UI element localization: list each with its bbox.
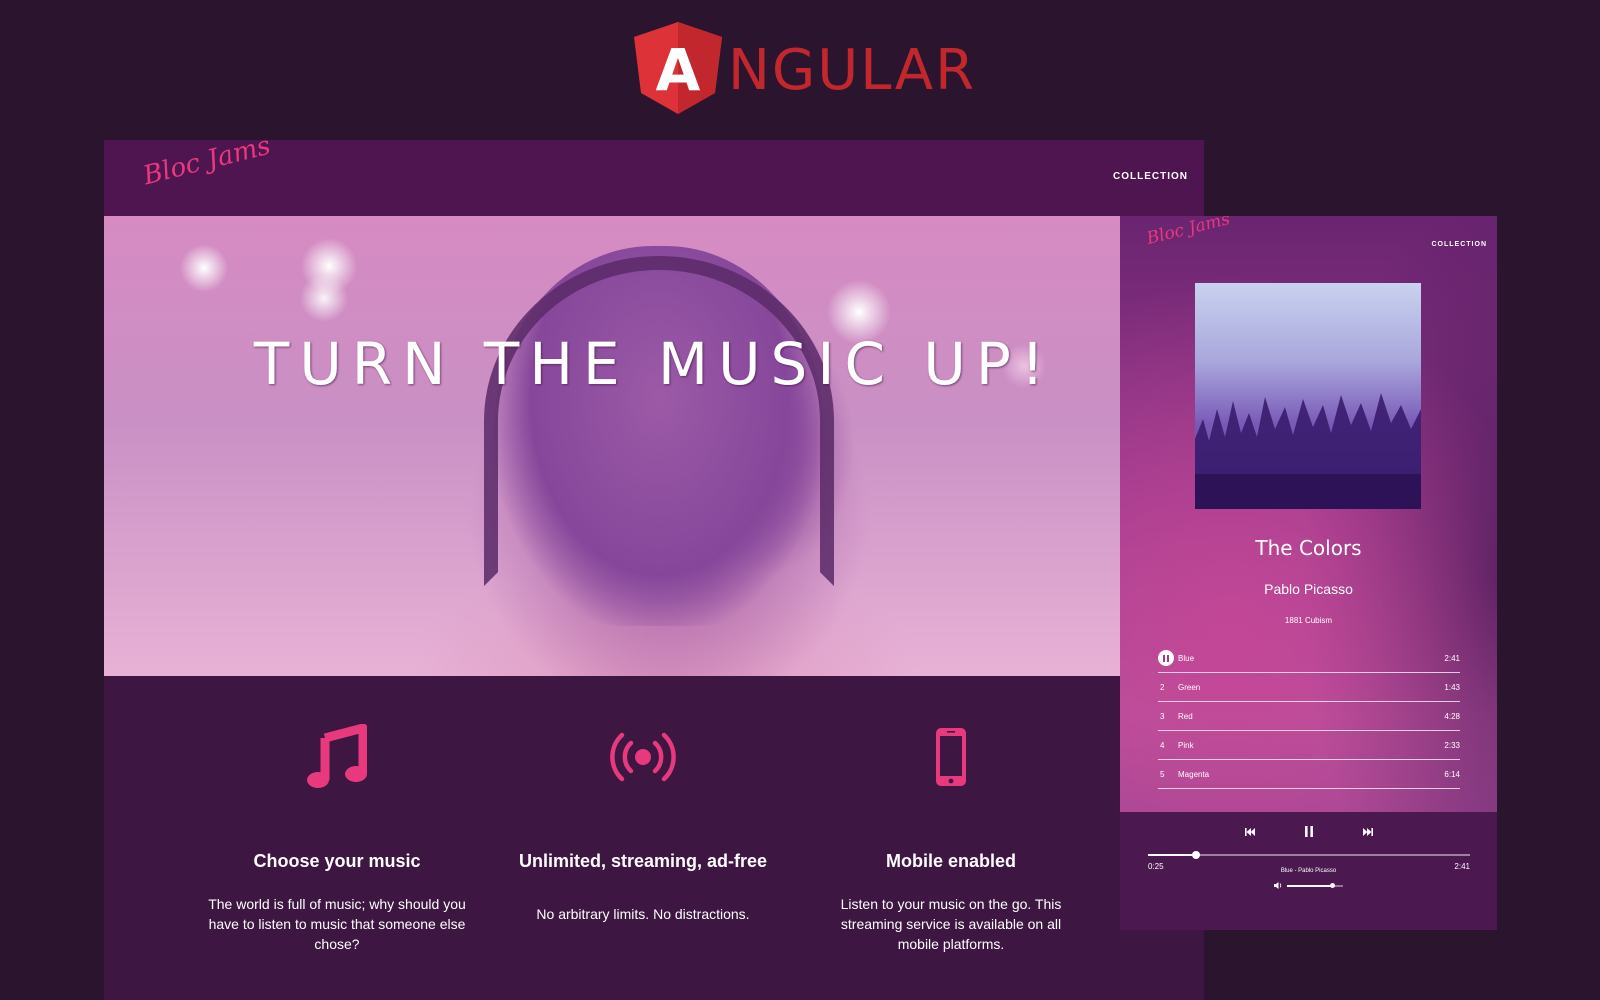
player-bar: 0:25 2:41 Blue - Pablo Picasso xyxy=(1120,812,1497,930)
mobile-navbar: Bloc Jams COLLECTION xyxy=(1120,216,1497,274)
mobile-phone-icon xyxy=(936,728,966,786)
seek-bar-fill xyxy=(1148,854,1197,856)
next-icon xyxy=(1362,827,1373,836)
angular-wordmark: NGULAR xyxy=(728,38,976,103)
now-playing-label: Blue - Pablo Picasso xyxy=(1280,868,1337,874)
hero-title: TURN THE MUSIC UP! xyxy=(253,330,1055,398)
volume-control xyxy=(1274,882,1343,889)
song-number: 2 xyxy=(1160,682,1165,692)
feature-text: No arbitrary limits. No distractions. xyxy=(536,906,750,922)
feature-title: Unlimited, streaming, ad-free xyxy=(518,851,768,871)
song-duration: 2:33 xyxy=(1444,740,1460,750)
feature-title: Choose your music xyxy=(253,851,421,871)
desktop-screenshot: Bloc Jams COLLECTION TURN THE MUSIC UP! … xyxy=(104,140,1204,1000)
volume-icon xyxy=(1274,882,1282,889)
song-number: 5 xyxy=(1160,769,1165,779)
seek-bar[interactable] xyxy=(1148,851,1470,859)
song-name: Magenta xyxy=(1178,769,1210,779)
angular-letter: A xyxy=(656,36,701,104)
song-row[interactable]: 3 Red 4:28 xyxy=(1158,702,1460,731)
music-note-icon xyxy=(307,724,367,788)
bloc-jams-logo[interactable]: Bloc Jams xyxy=(1145,216,1232,249)
bloc-jams-logo[interactable]: Bloc Jams xyxy=(140,140,273,191)
song-name: Red xyxy=(1178,711,1193,721)
song-duration: 1:43 xyxy=(1444,682,1460,692)
song-row[interactable]: 5 Magenta 6:14 xyxy=(1158,760,1460,789)
feature-text: Listen to your music on the go. This str… xyxy=(840,896,1062,952)
playback-controls xyxy=(1120,826,1497,837)
desktop-navbar: Bloc Jams COLLECTION xyxy=(104,140,1204,216)
song-list: Blue 2:41 2 Green 1:43 3 Red 4:28 4 Pink… xyxy=(1158,644,1460,789)
feature-text: The world is full of music; why should y… xyxy=(208,896,466,952)
collection-link[interactable]: COLLECTION xyxy=(1113,171,1188,182)
pause-icon[interactable] xyxy=(1158,650,1174,666)
song-duration: 2:41 xyxy=(1444,653,1460,663)
hero-photo-headphones xyxy=(484,256,834,586)
song-duration: 6:14 xyxy=(1444,769,1460,779)
next-button[interactable] xyxy=(1362,827,1373,836)
album-release-info: 1881 Cubism xyxy=(1284,616,1333,625)
pause-icon xyxy=(1304,826,1313,837)
seek-bar-thumb[interactable] xyxy=(1192,851,1201,859)
features-section: Choose your music The world is full of m… xyxy=(104,676,1120,1000)
forest-image xyxy=(1195,393,1421,509)
volume-slider[interactable] xyxy=(1287,882,1343,888)
hero-banner xyxy=(104,216,1120,676)
song-row[interactable]: 4 Pink 2:33 xyxy=(1158,731,1460,760)
previous-button[interactable] xyxy=(1244,827,1255,836)
mobile-screenshot: Bloc Jams COLLECTION The Colors Pablo Pi… xyxy=(1120,216,1497,930)
song-row[interactable]: Blue 2:41 xyxy=(1158,644,1460,673)
volume-slider-fill xyxy=(1287,884,1332,887)
song-name: Green xyxy=(1178,682,1201,692)
feature-mobile: Mobile enabled Listen to your music on t… xyxy=(821,676,1081,954)
song-duration: 4:28 xyxy=(1444,711,1460,721)
feature-choose-music: Choose your music The world is full of m… xyxy=(207,676,467,954)
pause-button[interactable] xyxy=(1304,826,1313,837)
song-number: 4 xyxy=(1160,740,1165,750)
song-name: Pink xyxy=(1178,740,1194,750)
broadcast-icon xyxy=(610,732,676,782)
album-title: The Colors xyxy=(1255,536,1362,560)
song-name: Blue xyxy=(1178,653,1195,663)
album-artist: Pablo Picasso xyxy=(1264,581,1353,597)
previous-icon xyxy=(1244,827,1255,836)
song-number: 3 xyxy=(1160,711,1165,721)
song-row[interactable]: 2 Green 1:43 xyxy=(1158,673,1460,702)
album-cover xyxy=(1195,283,1421,509)
collection-link[interactable]: COLLECTION xyxy=(1432,241,1488,248)
volume-slider-thumb[interactable] xyxy=(1329,882,1335,888)
angular-shield-icon: A xyxy=(634,22,722,114)
feature-streaming: Unlimited, streaming, ad-free No arbitra… xyxy=(513,676,773,924)
feature-title: Mobile enabled xyxy=(885,851,1017,871)
angular-logo: A NGULAR xyxy=(634,22,976,114)
